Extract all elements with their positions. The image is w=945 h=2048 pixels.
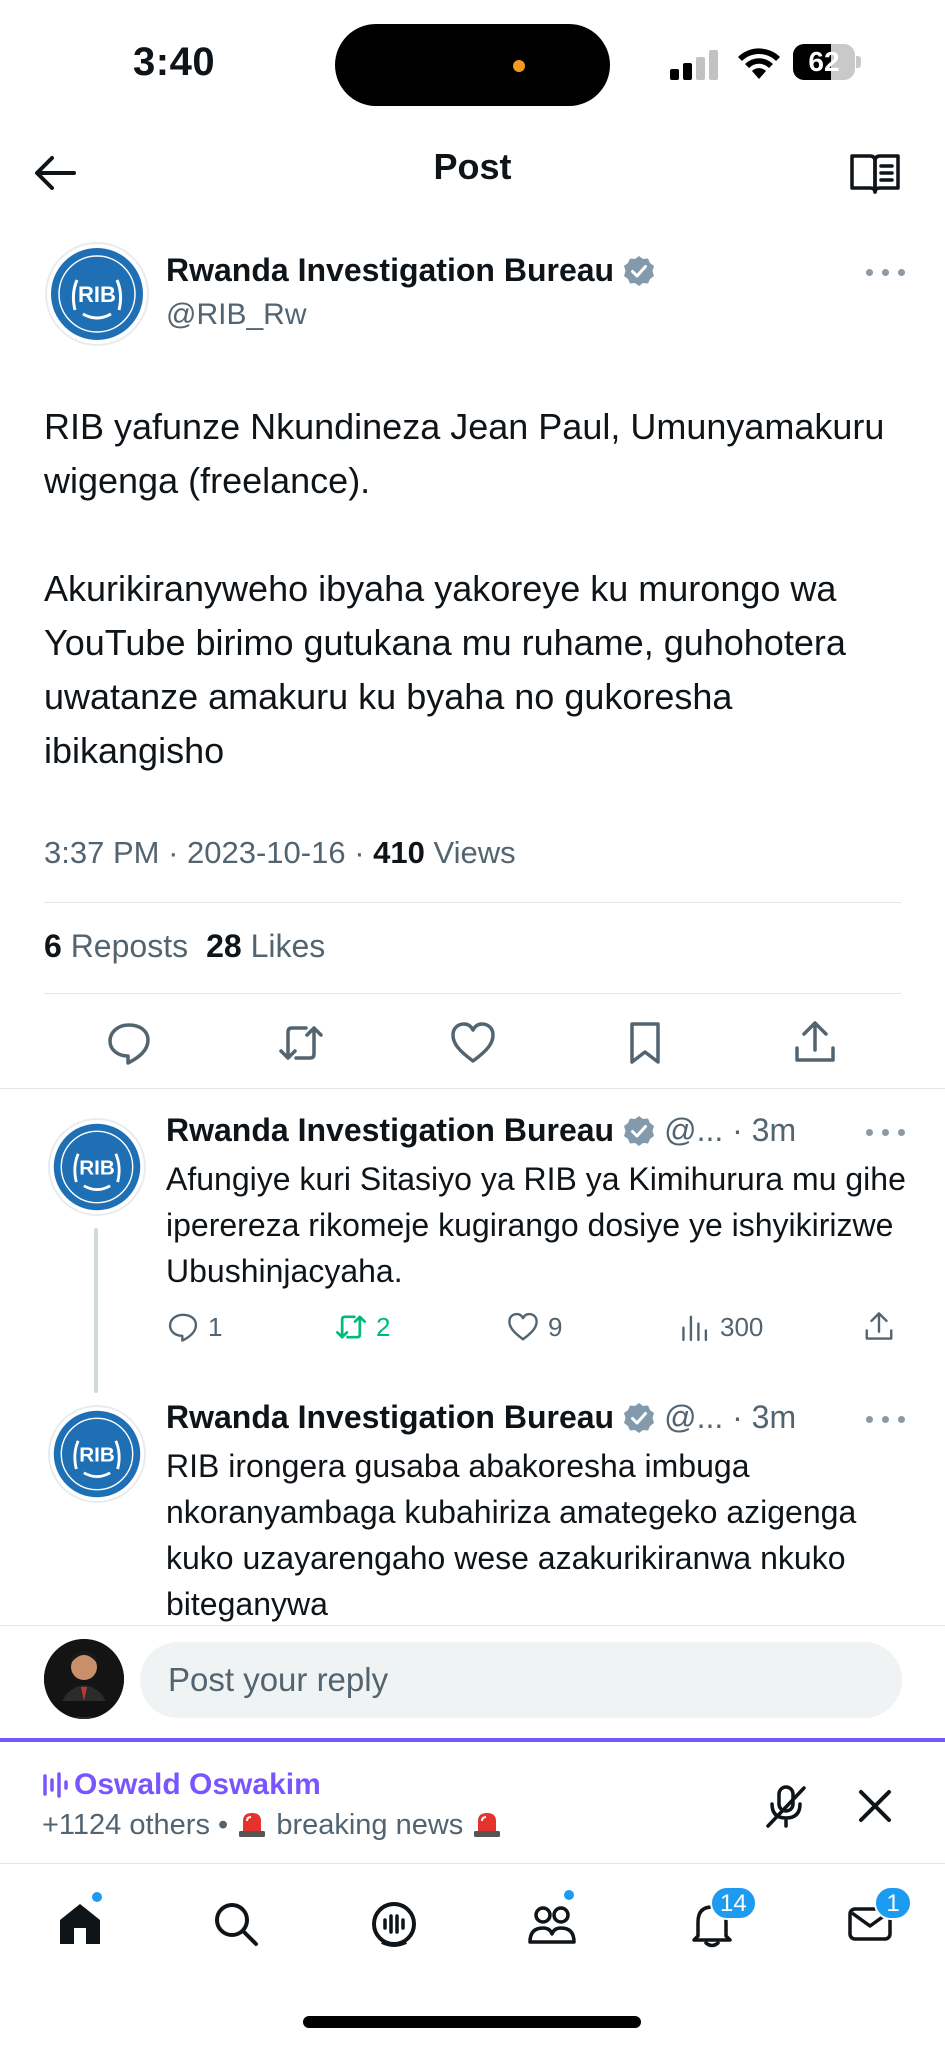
verified-badge-icon — [624, 1402, 655, 1433]
battery-level: 62 — [808, 46, 840, 77]
reply-share-button[interactable] — [862, 1305, 896, 1349]
search-icon — [215, 1903, 258, 1946]
home-unread-dot — [90, 1890, 104, 1904]
post-stats: 6 Reposts 28 Likes — [44, 928, 325, 965]
post-body: RIB yafunze Nkundineza Jean Paul, Umunya… — [44, 400, 904, 778]
svg-text:RIB: RIB — [79, 1157, 115, 1180]
tab-grok[interactable] — [364, 1894, 424, 1954]
reply-views-button[interactable]: 300 — [678, 1305, 763, 1349]
share-button[interactable] — [790, 1018, 840, 1068]
grok-icon — [372, 1902, 416, 1947]
rib-logo-icon: RIB — [51, 248, 143, 340]
thread-line — [94, 1228, 98, 1393]
reply-like-button[interactable]: 9 — [506, 1305, 562, 1349]
close-space-button[interactable] — [855, 1786, 895, 1826]
space-host[interactable]: Oswald Oswakim — [42, 1768, 321, 1802]
author-name-row[interactable]: Rwanda Investigation Bureau — [166, 252, 656, 289]
battery-icon: 62 — [793, 44, 861, 80]
camera-indicator — [513, 60, 525, 72]
reply-reply-button[interactable]: 1 — [166, 1305, 222, 1349]
reply-author-avatar[interactable]: RIB — [48, 1118, 146, 1216]
siren-icon — [474, 1813, 501, 1837]
like-icon — [508, 1312, 538, 1341]
siren-icon — [239, 1813, 266, 1837]
repost-button[interactable] — [276, 1018, 326, 1068]
reply-icon — [168, 1313, 198, 1342]
views-icon — [682, 1315, 708, 1342]
reply-author-avatar[interactable]: RIB — [48, 1405, 146, 1503]
author-handle[interactable]: @RIB_Rw — [166, 298, 306, 332]
divider — [44, 993, 901, 994]
status-bar: 3:40 62 — [0, 0, 945, 130]
reply-meta: @... · 3m — [664, 1399, 797, 1435]
reply-text: RIB irongera gusaba abakoresha imbuga nk… — [166, 1448, 857, 1622]
reply-meta: @... · 3m — [664, 1112, 797, 1148]
home-icon — [60, 1904, 100, 1944]
reply-button[interactable] — [104, 1018, 154, 1068]
page-header: Post — [0, 130, 945, 230]
tab-messages[interactable]: 1 — [840, 1886, 912, 1954]
tab-search[interactable] — [206, 1894, 266, 1954]
wifi-icon — [738, 48, 780, 79]
share-icon — [865, 1312, 893, 1340]
rib-logo-icon: RIB — [53, 1123, 141, 1211]
verified-badge-icon — [624, 255, 655, 286]
page-title: Post — [433, 146, 512, 187]
notifications-badge: 14 — [710, 1886, 757, 1920]
space-subtitle: +1124 others • breaking news — [42, 1808, 503, 1842]
svg-text:RIB: RIB — [79, 1444, 115, 1467]
divider — [0, 1088, 945, 1089]
views-count: 410 — [373, 835, 425, 870]
reply-more-button[interactable] — [864, 1409, 908, 1429]
reply-author-name[interactable]: Rwanda Investigation Bureau — [166, 1399, 614, 1436]
communities-unread-dot — [562, 1888, 576, 1902]
signal-icon — [670, 50, 720, 80]
rib-logo-icon: RIB — [53, 1410, 141, 1498]
space-topic: breaking news — [276, 1809, 464, 1841]
post-meta: 3:37 PM · 2023-10-16 · 410 Views — [44, 835, 516, 870]
author-avatar[interactable]: RIB — [45, 242, 149, 346]
reader-mode-button[interactable] — [848, 146, 902, 200]
tab-home[interactable] — [50, 1890, 110, 1954]
views-label: Views — [433, 835, 516, 870]
current-user-avatar[interactable] — [44, 1639, 124, 1719]
reply-more-button[interactable] — [864, 1122, 908, 1142]
reply-actions: 1 2 9 300 — [166, 1305, 906, 1349]
live-space-bar[interactable]: Oswald Oswakim +1124 others • breaking n… — [0, 1738, 945, 1863]
divider — [44, 902, 901, 903]
home-indicator — [303, 2016, 641, 2028]
tab-notifications[interactable]: 14 — [682, 1886, 757, 1954]
reply-author-name[interactable]: Rwanda Investigation Bureau — [166, 1112, 614, 1149]
post-time[interactable]: 3:37 PM — [44, 835, 159, 870]
divider — [0, 1625, 945, 1626]
reply-input[interactable] — [140, 1642, 902, 1718]
tab-communities[interactable] — [522, 1888, 582, 1954]
reply-repost-button[interactable]: 2 — [334, 1305, 390, 1349]
repost-icon — [336, 1315, 366, 1339]
reposts-link[interactable]: 6 Reposts — [44, 928, 188, 964]
space-listeners: +1124 others — [42, 1809, 210, 1841]
likes-link[interactable]: 28 Likes — [206, 928, 325, 964]
reply-header[interactable]: Rwanda Investigation Bureau @... · 3m — [166, 1399, 796, 1436]
bookmark-button[interactable] — [620, 1018, 670, 1068]
messages-badge: 1 — [874, 1886, 912, 1920]
reply-composer — [0, 1625, 945, 1740]
mic-off-button[interactable] — [762, 1782, 810, 1830]
communities-icon — [528, 1906, 576, 1944]
more-options-button[interactable] — [864, 262, 908, 282]
author-name[interactable]: Rwanda Investigation Bureau — [166, 252, 614, 289]
post-paragraph: Akurikiranyweho ibyaha yakoreye ku muron… — [44, 568, 846, 771]
post-actions — [0, 1010, 945, 1080]
dynamic-island — [335, 24, 610, 106]
space-audio-icon — [43, 1772, 68, 1798]
like-button[interactable] — [448, 1018, 498, 1068]
status-time: 3:40 — [133, 40, 216, 84]
verified-badge-icon — [624, 1115, 655, 1146]
svg-text:RIB: RIB — [78, 282, 116, 307]
post-paragraph: RIB yafunze Nkundineza Jean Paul, Umunya… — [44, 406, 885, 501]
reply-text: Afungiye kuri Sitasiyo ya RIB ya Kimihur… — [166, 1161, 906, 1289]
post-date[interactable]: 2023-10-16 — [187, 835, 346, 870]
reply-header[interactable]: Rwanda Investigation Bureau @... · 3m — [166, 1112, 796, 1149]
